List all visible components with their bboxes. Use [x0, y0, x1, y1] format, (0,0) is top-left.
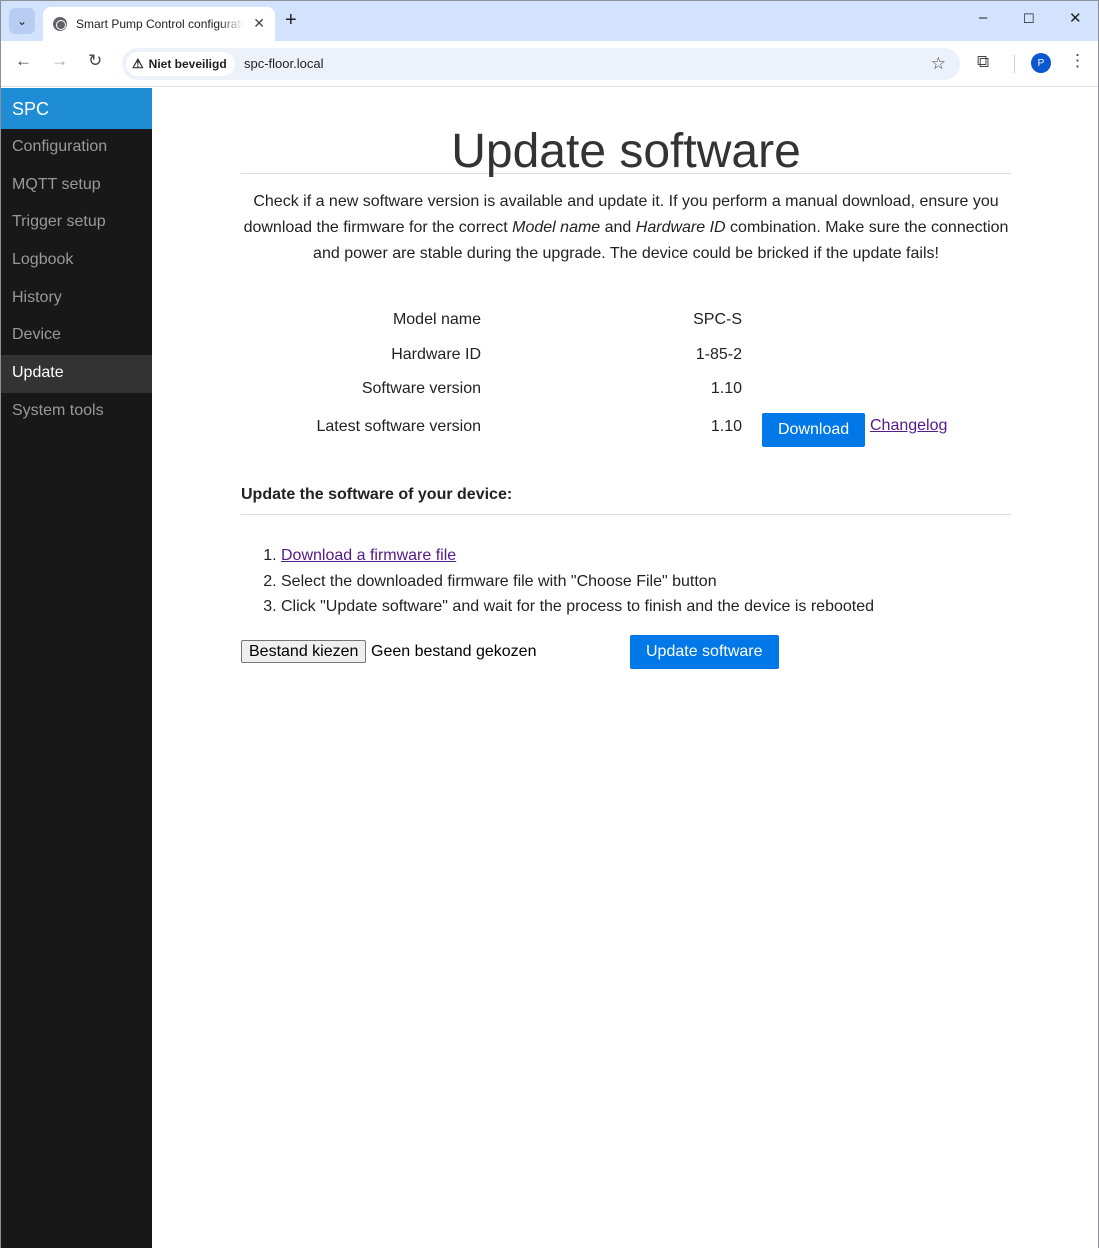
intro-part: and — [600, 219, 636, 236]
software-version-label: Software version — [361, 380, 481, 397]
extensions-icon[interactable]: ⧉ — [977, 52, 989, 72]
reload-icon[interactable]: ↻ — [88, 51, 102, 71]
globe-icon — [53, 17, 67, 31]
forward-icon[interactable]: → — [51, 51, 68, 71]
sidebar-item-mqtt-setup[interactable]: MQTT setup — [1, 167, 152, 205]
model-name-label: Model name — [392, 311, 481, 328]
software-version-value: 1.10 — [710, 380, 742, 397]
url-text[interactable]: spc-floor.local — [244, 56, 323, 71]
page-title: Update software — [241, 88, 1011, 178]
browser-toolbar: ← → ↻ ⚠ Niet beveiligd spc-floor.local ☆… — [1, 41, 1098, 87]
minimize-icon[interactable]: – — [979, 9, 987, 26]
warning-icon: ⚠ — [132, 56, 144, 71]
tab-search-icon[interactable]: ⌄ — [9, 8, 35, 34]
update-software-button[interactable]: Update software — [630, 635, 779, 669]
maximize-icon[interactable]: ☐ — [1023, 11, 1035, 27]
latest-version-label: Latest software version — [316, 418, 481, 435]
section-heading: Update the software of your device: — [241, 486, 1011, 515]
more-menu-icon[interactable]: ⋮ — [1069, 51, 1086, 71]
main-content: Update software Check if a new software … — [241, 88, 1011, 669]
security-label: Niet beveiligd — [148, 57, 227, 71]
sidebar-item-system-tools[interactable]: System tools — [1, 393, 152, 431]
browser-window: ⌄ Smart Pump Control configuration ✕ + –… — [0, 0, 1099, 1248]
model-name-value: SPC-S — [693, 311, 742, 328]
sidebar-item-history[interactable]: History — [1, 280, 152, 318]
address-bar[interactable]: ⚠ Niet beveiligd spc-floor.local ☆ — [122, 48, 960, 80]
back-icon[interactable]: ← — [15, 51, 32, 71]
sidebar-item-device[interactable]: Device — [1, 317, 152, 355]
hardware-id-label: Hardware ID — [391, 346, 481, 363]
sidebar-item-trigger-setup[interactable]: Trigger setup — [1, 204, 152, 242]
info-row-hardware: Hardware ID 1-85-2 — [241, 346, 1011, 380]
choose-file-button[interactable]: Bestand kiezen — [241, 640, 367, 663]
file-status-text: Geen bestand gekozen — [371, 643, 537, 660]
close-tab-icon[interactable]: ✕ — [253, 15, 265, 32]
tab-title: Smart Pump Control configuration — [76, 17, 244, 31]
tab-strip: ⌄ Smart Pump Control configuration ✕ + –… — [1, 1, 1098, 41]
security-chip[interactable]: ⚠ Niet beveiligd — [126, 52, 235, 76]
toolbar-divider — [1014, 55, 1015, 73]
intro-emphasis: Model name — [512, 219, 601, 236]
intro-emphasis: Hardware ID — [635, 219, 726, 236]
update-steps: Download a firmware file Select the down… — [281, 543, 874, 620]
bookmark-star-icon[interactable]: ☆ — [931, 54, 946, 74]
changelog-link[interactable]: Changelog — [870, 417, 947, 435]
sidebar-item-update[interactable]: Update — [1, 355, 152, 393]
brand-heading[interactable]: SPC — [1, 88, 152, 129]
page: SPC Configuration MQTT setup Trigger set… — [1, 88, 1098, 1248]
profile-avatar[interactable]: P — [1031, 53, 1051, 73]
new-tab-icon[interactable]: + — [285, 9, 297, 32]
info-row-software: Software version 1.10 — [241, 380, 1011, 414]
browser-tab[interactable]: Smart Pump Control configuration ✕ — [43, 7, 275, 41]
list-item: Select the downloaded firmware file with… — [281, 569, 874, 595]
list-item: Click "Update software" and wait for the… — [281, 594, 874, 620]
list-item: Download a firmware file — [281, 543, 874, 569]
sidebar-item-configuration[interactable]: Configuration — [1, 129, 152, 167]
file-upload-row: Bestand kiezen Geen bestand gekozen Upda… — [241, 634, 1011, 669]
intro-text: Check if a new software version is avail… — [241, 189, 1011, 267]
info-row-model: Model name SPC-S — [241, 311, 1011, 345]
firmware-download-link[interactable]: Download a firmware file — [281, 547, 456, 564]
sidebar-item-logbook[interactable]: Logbook — [1, 242, 152, 280]
sidebar: SPC Configuration MQTT setup Trigger set… — [1, 88, 152, 1248]
info-row-latest: Latest software version 1.10 Download Ch… — [241, 411, 1011, 447]
latest-version-value: 1.10 — [710, 418, 742, 435]
download-button[interactable]: Download — [762, 413, 866, 447]
close-window-icon[interactable]: ✕ — [1069, 9, 1082, 27]
hardware-id-value: 1-85-2 — [695, 346, 742, 363]
